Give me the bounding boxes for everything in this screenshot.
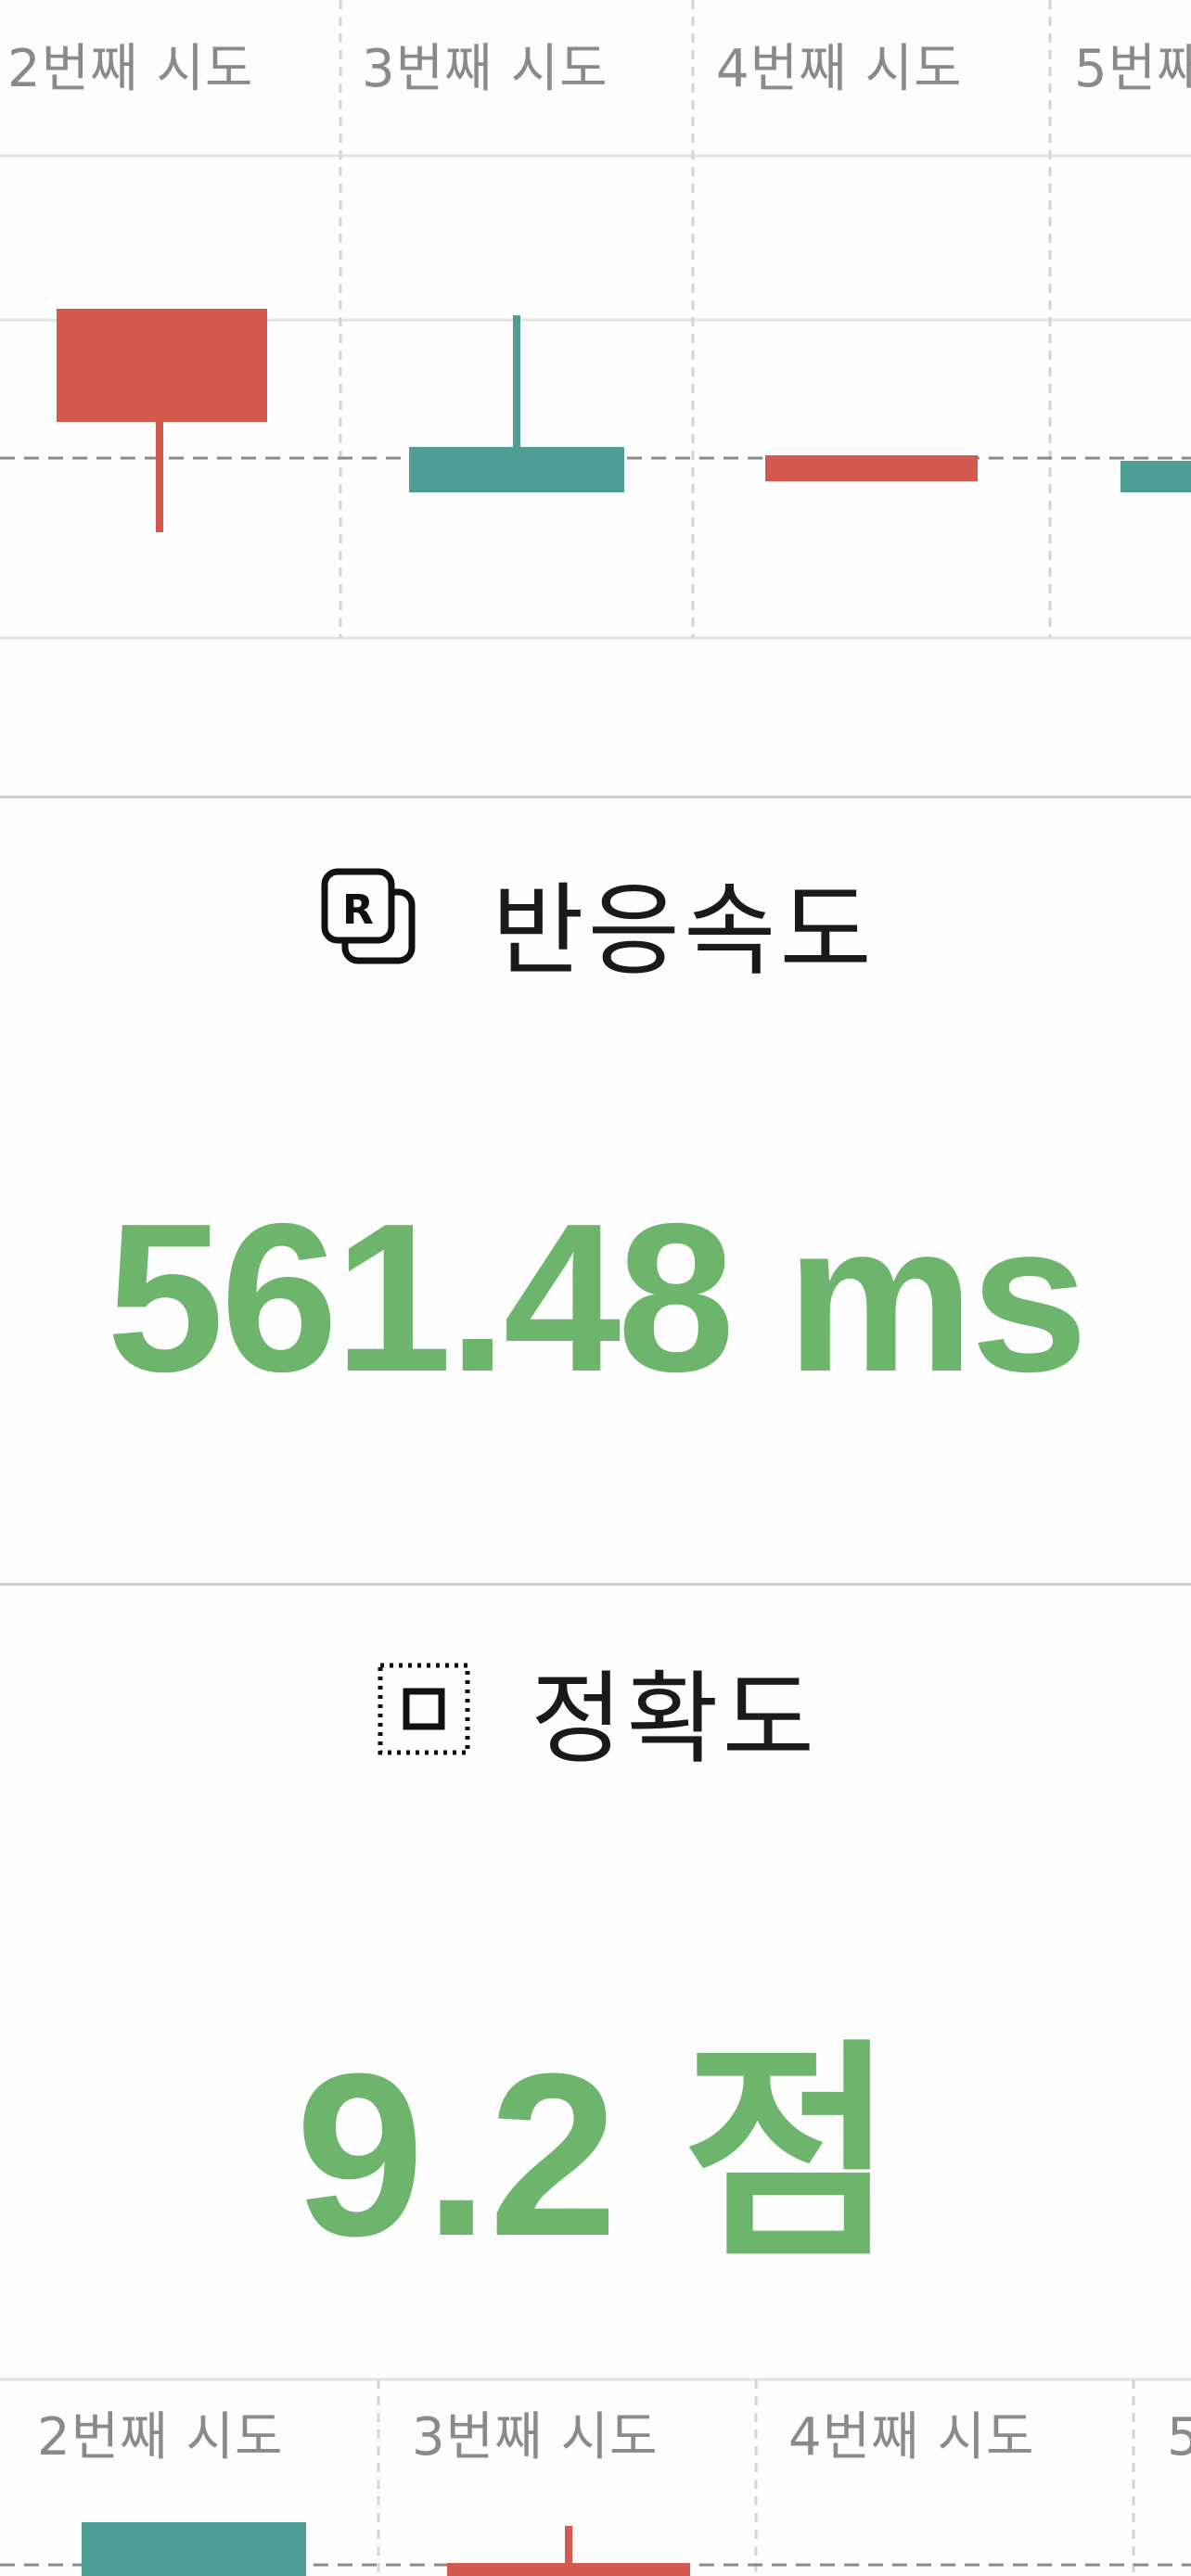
accuracy-label: 정확도 — [530, 1662, 819, 1778]
section-divider — [0, 796, 1191, 798]
candle-body — [409, 447, 624, 492]
tick-label: 4번째 시도 — [716, 39, 963, 99]
section-divider — [0, 1583, 1191, 1586]
reaction-speed-header: R 반응속도 — [0, 853, 1191, 992]
candle-body — [765, 455, 978, 481]
reaction-speed-value: 561.48 ms — [106, 1180, 1088, 1416]
tick-label: 5번째 시도 — [1074, 39, 1191, 99]
tick-label: 3번째 시도 — [362, 39, 608, 99]
accuracy-header: 정확도 — [0, 1641, 1191, 1780]
tick-label: 2번째 시도 — [37, 2407, 284, 2468]
tick-label: 2번째 시도 — [7, 39, 254, 99]
candle-body — [57, 309, 267, 422]
candle-body — [1121, 461, 1191, 492]
candle-body — [447, 2563, 690, 2576]
svg-text:R: R — [342, 886, 374, 934]
reaction-speed-icon: R — [315, 861, 436, 985]
tick-label: 5번째 시도 — [1167, 2407, 1191, 2468]
reaction-speed-label: 반응속도 — [492, 874, 876, 989]
tick-label: 3번째 시도 — [412, 2407, 659, 2468]
attempts-chart-bottom: 2번째 시도 3번째 시도 4번째 시도 5번째 시도 — [0, 2366, 1191, 2576]
attempts-chart-top: 2번째 시도 3번째 시도 4번째 시도 5번째 시도 — [0, 0, 1191, 649]
accuracy-value: 9.2 점 — [295, 2025, 896, 2284]
accuracy-icon — [373, 1658, 475, 1764]
tick-label: 4번째 시도 — [788, 2407, 1035, 2468]
candle-body — [82, 2522, 306, 2576]
